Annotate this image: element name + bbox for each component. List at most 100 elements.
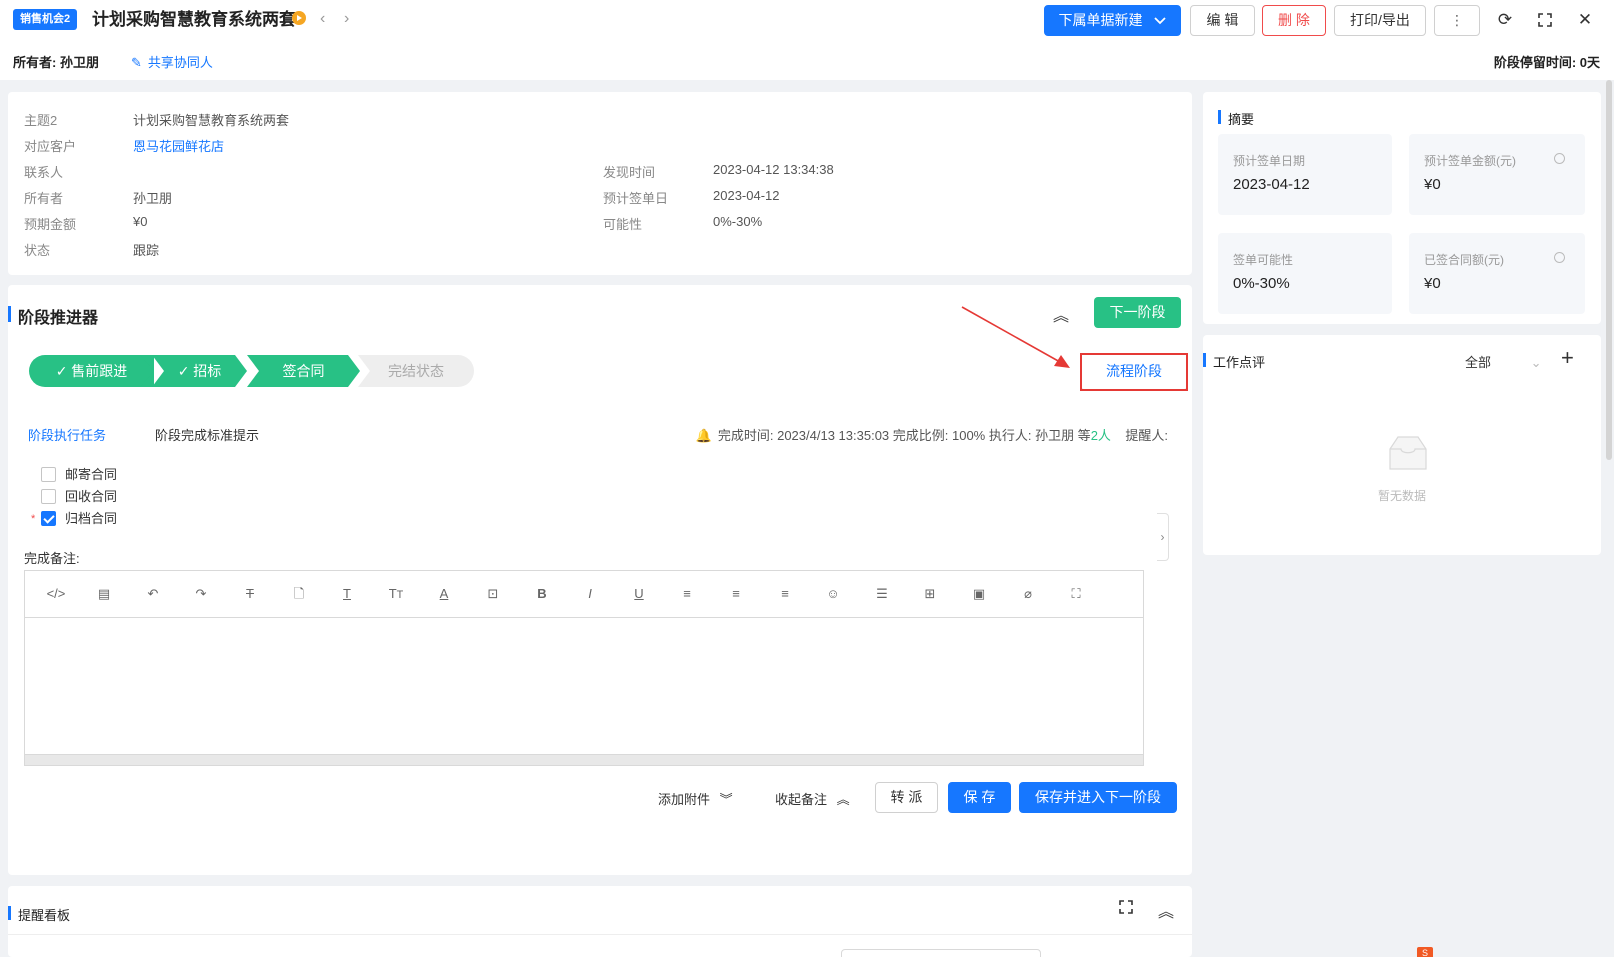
collapse-sidebar-handle[interactable]: ›: [1157, 513, 1169, 561]
empty-inbox-icon: [1389, 436, 1427, 470]
summary-label: 预计签单日期: [1233, 154, 1306, 168]
table-icon[interactable]: ⊞: [919, 584, 941, 604]
undo-icon[interactable]: ↶: [142, 584, 164, 604]
text-style-icon[interactable]: T: [336, 584, 358, 604]
share-label: 共享协同人: [147, 55, 213, 70]
background-color-icon[interactable]: ⊡: [482, 584, 504, 604]
stage-step[interactable]: ✓ 招标: [152, 355, 247, 387]
page-scrollbar[interactable]: [1606, 80, 1612, 460]
section-title: 摘要: [1218, 109, 1254, 128]
checkbox[interactable]: [41, 467, 56, 482]
more-button[interactable]: ⋮: [1434, 5, 1480, 36]
attachment-icon[interactable]: ⌀: [1017, 584, 1039, 604]
page-header: 销售机会2 计划采购智慧教育系统两套 ‹ › 下属单据新建 编 辑 删 除 打印…: [0, 0, 1614, 80]
edit-button[interactable]: 编 辑: [1190, 5, 1255, 36]
attach-label: 添加附件: [658, 792, 711, 807]
editor-toolbar: </> ▤ ↶ ↷ T 🗋 T TT A ⊡ B I U ≡ ≡ ≡ ☺ ☰ ⊞…: [25, 571, 1143, 618]
summary-item: 已签合同额(元) ¥0: [1409, 233, 1585, 314]
remark-editor[interactable]: </> ▤ ↶ ↷ T 🗋 T TT A ⊡ B I U ≡ ≡ ≡ ☺ ☰ ⊞…: [24, 570, 1144, 766]
bold-icon[interactable]: B: [531, 584, 553, 604]
new-sub-document-button[interactable]: 下属单据新建: [1044, 5, 1181, 36]
document-icon[interactable]: 🗋: [288, 584, 310, 604]
play-icon[interactable]: [292, 11, 306, 25]
code-icon[interactable]: </>: [45, 584, 67, 604]
redo-icon[interactable]: ↷: [190, 584, 212, 604]
align-left-icon[interactable]: ≡: [676, 584, 698, 604]
floating-widget-icon[interactable]: S: [1417, 947, 1433, 957]
record-type-badge: 销售机会2: [13, 9, 78, 30]
search-input[interactable]: [841, 949, 1041, 957]
collapse-remark-button[interactable]: 收起备注 ︽: [775, 789, 850, 808]
italic-icon[interactable]: I: [579, 584, 601, 604]
strikethrough-icon[interactable]: T: [239, 584, 261, 604]
summary-label: 已签合同额(元): [1424, 253, 1504, 267]
image-icon[interactable]: ▣: [968, 584, 990, 604]
fullscreen-icon[interactable]: [1534, 8, 1556, 34]
prev-record-icon[interactable]: ‹: [320, 9, 325, 29]
executor-count[interactable]: 2人: [1091, 428, 1111, 443]
transfer-button[interactable]: 转 派: [875, 782, 938, 813]
delete-button[interactable]: 删 除: [1262, 5, 1326, 36]
share-collaborator-link[interactable]: ✎ 共享协同人: [131, 52, 213, 71]
refresh-icon[interactable]: ⟳: [1494, 8, 1516, 32]
collapse-icon[interactable]: ︽: [1053, 302, 1069, 326]
stage-step[interactable]: 完结状态: [358, 355, 474, 387]
align-right-icon[interactable]: ≡: [774, 584, 796, 604]
field-label: 所有者: [24, 191, 64, 206]
field-label: 联系人: [24, 165, 64, 180]
comment-filter-select[interactable]: 全部 ⌄: [1465, 352, 1542, 371]
line-height-icon[interactable]: ☰: [871, 584, 893, 604]
summary-item: 签单可能性 0%-30%: [1218, 233, 1392, 314]
stage-step[interactable]: ✓ 售前跟进: [29, 355, 154, 387]
field-label: 预期金额: [24, 217, 77, 232]
emoji-icon[interactable]: ☺: [822, 584, 844, 604]
summary-item: 预计签单金额(元) ¥0: [1409, 134, 1585, 215]
field-value: 跟踪: [133, 243, 160, 258]
task-label: 回收合同: [65, 489, 118, 504]
annotation-highlight-box: [1080, 353, 1188, 391]
collapse-remark-label: 收起备注: [775, 792, 828, 807]
field-label: 预计签单日: [603, 191, 669, 206]
align-center-icon[interactable]: ≡: [725, 584, 747, 604]
save-button[interactable]: 保 存: [948, 782, 1011, 813]
section-title: 工作点评: [1203, 352, 1265, 371]
editor-scrollbar[interactable]: [25, 754, 1143, 765]
customer-link[interactable]: 恩马花园鲜花店: [133, 136, 224, 155]
reminder-label: 提醒人:: [1125, 428, 1168, 443]
field-value: 2023-04-12: [713, 188, 780, 203]
checkbox[interactable]: [41, 489, 56, 504]
remark-label: 完成备注:: [24, 551, 80, 566]
bell-icon: 🔔: [695, 428, 712, 443]
close-icon[interactable]: ✕: [1574, 8, 1596, 32]
field-label: 发现时间: [603, 165, 656, 180]
font-size-icon[interactable]: TT: [385, 584, 407, 604]
summary-label: 预计签单金额(元): [1424, 154, 1516, 168]
fullscreen-editor-icon[interactable]: ⛶: [1065, 584, 1087, 604]
stage-step[interactable]: 签合同: [247, 355, 360, 387]
summary-item: 预计签单日期 2023-04-12: [1218, 134, 1392, 215]
field-value: ¥0: [133, 214, 148, 229]
field-label: 可能性: [603, 217, 643, 232]
underline-icon[interactable]: U: [628, 584, 650, 604]
tab-stage-tasks[interactable]: 阶段执行任务: [28, 425, 106, 444]
next-stage-button[interactable]: 下一阶段: [1094, 297, 1181, 328]
owner-text: 所有者: 孙卫朋: [13, 55, 99, 70]
font-color-icon[interactable]: A: [433, 584, 455, 604]
tab-completion-criteria[interactable]: 阶段完成标准提示: [155, 425, 259, 444]
collapse-icon[interactable]: ︽: [1158, 898, 1174, 922]
checkbox[interactable]: [41, 511, 56, 526]
edit-pencil-icon: ✎: [131, 55, 142, 70]
next-record-icon[interactable]: ›: [344, 9, 349, 29]
reminder-board-card: 提醒看板 ︽: [8, 886, 1192, 957]
fullscreen-icon[interactable]: [1119, 900, 1133, 917]
save-and-next-button[interactable]: 保存并进入下一阶段: [1019, 782, 1177, 813]
chevron-double-down-icon: ︾: [719, 792, 733, 807]
add-icon[interactable]: +: [1561, 345, 1574, 371]
task-label: 归档合同: [65, 511, 118, 526]
section-title: 阶段推进器: [8, 304, 98, 328]
template-icon[interactable]: ▤: [93, 584, 115, 604]
print-export-button[interactable]: 打印/导出: [1334, 5, 1426, 36]
add-attachment-button[interactable]: 添加附件 ︾: [658, 789, 733, 808]
clock-icon: [1554, 252, 1565, 263]
summary-value: ¥0: [1424, 176, 1441, 193]
